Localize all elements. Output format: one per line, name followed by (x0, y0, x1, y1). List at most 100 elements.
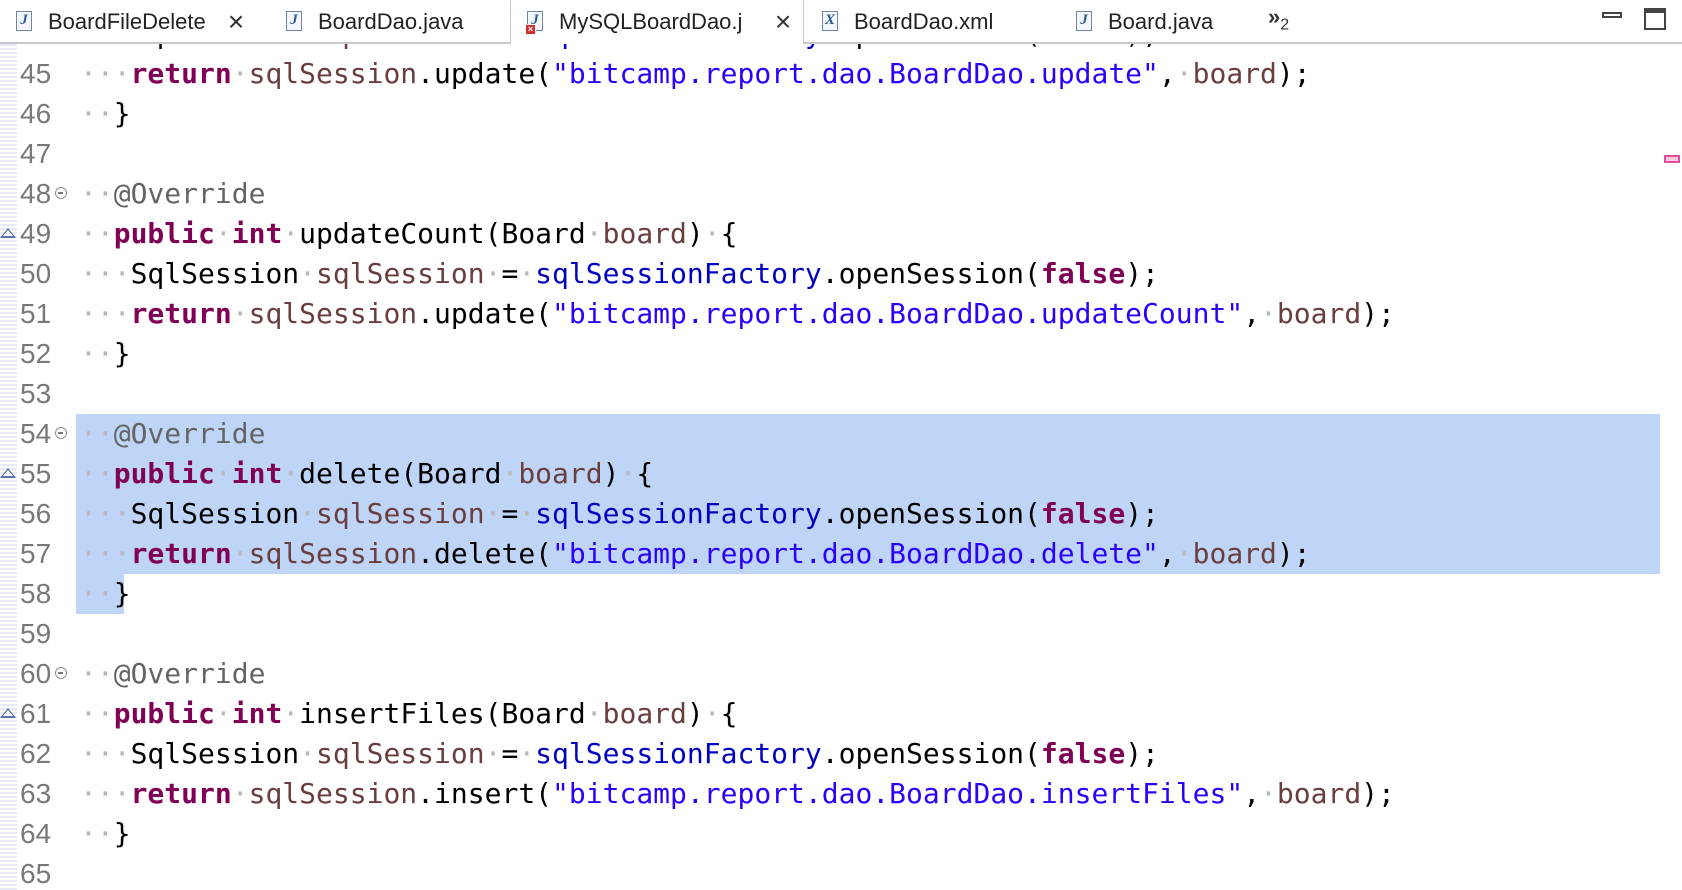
code-line[interactable]: 62 ···SqlSession·sqlSession·=·sqlSessionF… (0, 734, 1682, 774)
code-token: int (231, 697, 283, 730)
code-line[interactable]: 53 (0, 374, 1682, 414)
line-number: 46 (20, 98, 52, 129)
code-line[interactable]: 56 ···SqlSession·sqlSession·=·sqlSessionF… (0, 494, 1682, 534)
code-token: SqlSession (130, 257, 300, 290)
code-token: int (231, 217, 283, 250)
code-line[interactable]: 65 (0, 854, 1682, 890)
code-token: ); (1276, 537, 1311, 570)
code-token: .openSession( (822, 44, 1041, 50)
line-number: 59 (20, 618, 52, 649)
line-number: 45 (20, 58, 52, 89)
code-text[interactable]: ··@Override (80, 654, 265, 694)
code-line[interactable]: 64 ··} (0, 814, 1682, 854)
code-line[interactable]: 61 ··public·int·insertFiles(Board·board)·… (0, 694, 1682, 734)
override-marker-icon[interactable] (0, 228, 16, 238)
code-line[interactable]: 51 ···return·sqlSession.update("bitcamp.r… (0, 294, 1682, 334)
override-marker-icon[interactable] (0, 468, 16, 478)
code-text[interactable]: ··} (80, 94, 131, 134)
code-line[interactable]: 55 ··public·int·delete(Board·board)·{ (0, 454, 1682, 494)
tab-boarddao-xml[interactable]: X BoardDao.xml (806, 0, 1052, 44)
code-token: { (720, 697, 738, 730)
code-line[interactable]: 46 ··} (0, 94, 1682, 134)
tab-board-java[interactable]: J Board.java (1060, 0, 1260, 44)
tab-boardfiledelete[interactable]: J BoardFileDelete × (0, 0, 258, 44)
java-file-icon: J (14, 10, 36, 34)
code-line[interactable]: 57 ···return·sqlSession.delete("bitcamp.r… (0, 534, 1682, 574)
whitespace-marker: · (282, 697, 300, 730)
whitespace-marker: ·· (80, 697, 114, 730)
tab-boarddao-java[interactable]: J BoardDao.java (270, 0, 508, 44)
whitespace-marker: · (231, 537, 249, 570)
code-text[interactable]: ···SqlSession·sqlSession·=·sqlSessionFac… (80, 254, 1159, 294)
code-text[interactable]: ··public·int·delete(Board·board)·{ (80, 454, 653, 494)
code-line[interactable]: 44 ···SqlSession·sqlSession·=·sqlSessionF… (0, 44, 1682, 54)
code-text[interactable]: ···return·sqlSession.update("bitcamp.rep… (80, 294, 1395, 334)
code-token: "bitcamp.report.dao.BoardDao.updateCount… (552, 297, 1244, 330)
code-line[interactable]: 49 ··public·int·updateCount(Board·board)·… (0, 214, 1682, 254)
code-line[interactable]: 58 ··} (0, 574, 1682, 614)
code-text[interactable]: ···return·sqlSession.insert("bitcamp.rep… (80, 774, 1395, 814)
code-text[interactable]: ··@Override (80, 414, 265, 454)
code-token: sqlSessionFactory (535, 497, 822, 530)
code-text[interactable]: ··public·int·updateCount(Board·board)·{ (80, 214, 737, 254)
code-line[interactable]: 52 ··} (0, 334, 1682, 374)
code-token: public (113, 457, 215, 490)
code-token: ); (1361, 297, 1395, 330)
code-token: sqlSession (248, 777, 418, 810)
code-line[interactable]: 63 ···return·sqlSession.insert("bitcamp.r… (0, 774, 1682, 814)
code-text[interactable]: ··} (80, 574, 131, 614)
code-line[interactable]: 48 ··@Override (0, 174, 1682, 214)
code-token: false (1040, 257, 1126, 290)
minimize-icon[interactable] (1602, 8, 1624, 20)
whitespace-marker: ·· (80, 577, 114, 610)
code-text[interactable]: ··} (80, 814, 131, 854)
code-text[interactable]: ···return·sqlSession.delete("bitcamp.rep… (80, 534, 1311, 574)
code-line[interactable]: 60 ··@Override (0, 654, 1682, 694)
whitespace-marker: · (299, 257, 317, 290)
maximize-icon[interactable] (1644, 8, 1666, 30)
close-icon[interactable]: × (773, 8, 793, 36)
fold-collapse-icon[interactable] (55, 187, 67, 199)
whitespace-marker: ·· (80, 457, 114, 490)
code-text[interactable]: ···return·sqlSession.update("bitcamp.rep… (80, 54, 1311, 94)
code-line[interactable]: 45 ···return·sqlSession.update("bitcamp.r… (0, 54, 1682, 94)
code-text[interactable]: ···SqlSession·sqlSession·=·sqlSessionFac… (80, 734, 1159, 774)
code-line[interactable]: 59 (0, 614, 1682, 654)
whitespace-marker: · (518, 737, 536, 770)
code-editor[interactable]: 44 ···SqlSession·sqlSession·=·sqlSessionF… (0, 44, 1682, 890)
code-token: board (518, 457, 603, 490)
code-line[interactable]: 54 ··@Override (0, 414, 1682, 454)
whitespace-marker: · (484, 737, 502, 770)
code-text[interactable]: ···SqlSession·sqlSession·=·sqlSessionFac… (80, 44, 1159, 54)
code-text[interactable]: ··public·int·insertFiles(Board·board)·{ (80, 694, 737, 734)
code-token: int (231, 457, 283, 490)
close-icon[interactable]: × (226, 8, 246, 36)
code-text[interactable]: ··@Override (80, 174, 265, 214)
code-token: } (113, 97, 131, 130)
tab-label: Board.java (1108, 9, 1214, 34)
code-token: return (130, 57, 232, 90)
code-token: ); (1276, 57, 1311, 90)
line-number: 44 (20, 44, 51, 54)
code-token: { (636, 457, 654, 490)
code-line[interactable]: 50 ···SqlSession·sqlSession·=·sqlSessionF… (0, 254, 1682, 294)
fold-collapse-icon[interactable] (55, 667, 67, 679)
code-text[interactable]: ··} (80, 334, 131, 374)
whitespace-marker: · (485, 44, 502, 50)
tab-overflow-button[interactable]: »2 (1268, 4, 1289, 34)
override-marker-icon[interactable] (0, 708, 16, 718)
code-text[interactable]: ···SqlSession·sqlSession·=·sqlSessionFac… (80, 494, 1159, 534)
whitespace-marker: ··· (80, 257, 131, 290)
whitespace-marker: · (282, 217, 300, 250)
line-number: 64 (20, 818, 52, 849)
fold-collapse-icon[interactable] (55, 427, 67, 439)
code-token: sqlSession (316, 44, 485, 50)
code-token: .update( (417, 297, 553, 330)
whitespace-marker: · (282, 457, 300, 490)
code-token: "bitcamp.report.dao.BoardDao.insertFiles… (552, 777, 1244, 810)
overview-ruler-marker[interactable] (1664, 155, 1680, 163)
line-number: 54 (20, 418, 52, 449)
code-line[interactable]: 47 (0, 134, 1682, 174)
whitespace-marker: · (1260, 777, 1277, 810)
tab-mysqlboarddao[interactable]: J × MySQLBoardDao.j × (510, 0, 804, 44)
